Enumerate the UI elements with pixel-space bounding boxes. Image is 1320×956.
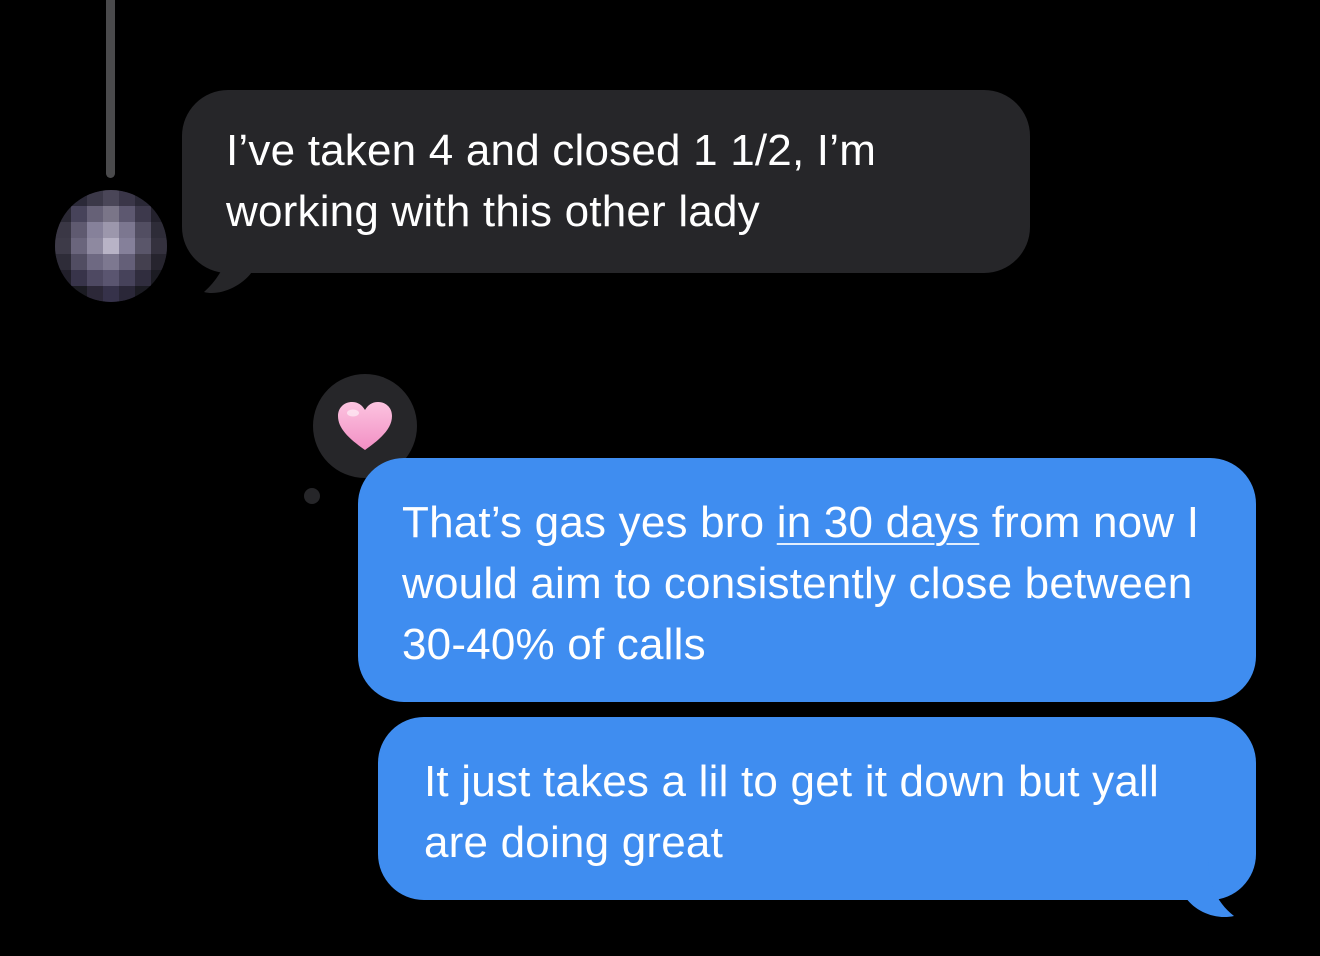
sender-avatar[interactable] (55, 190, 167, 302)
pixelated-avatar-icon (55, 190, 167, 302)
outgoing-message-text-start: That’s gas yes bro (402, 498, 777, 547)
incoming-bubble-tail (204, 238, 252, 294)
outgoing-message-text: It just takes a lil to get it down but y… (424, 757, 1159, 867)
outgoing-bubble-tail (1186, 858, 1234, 918)
outgoing-message-bubble[interactable]: It just takes a lil to get it down but y… (378, 717, 1256, 900)
outgoing-message-bubble[interactable]: That’s gas yes bro in 30 days from now I… (358, 458, 1256, 702)
incoming-message-text: I’ve taken 4 and closed 1 1/2, I’m worki… (226, 126, 877, 236)
tapback-bubble-dot (304, 488, 320, 504)
reply-thread-line (106, 0, 115, 178)
date-detected-link[interactable]: in 30 days (777, 498, 980, 547)
pink-heart-icon (338, 402, 392, 450)
incoming-message-bubble[interactable]: I’ve taken 4 and closed 1 1/2, I’m worki… (182, 90, 1030, 273)
